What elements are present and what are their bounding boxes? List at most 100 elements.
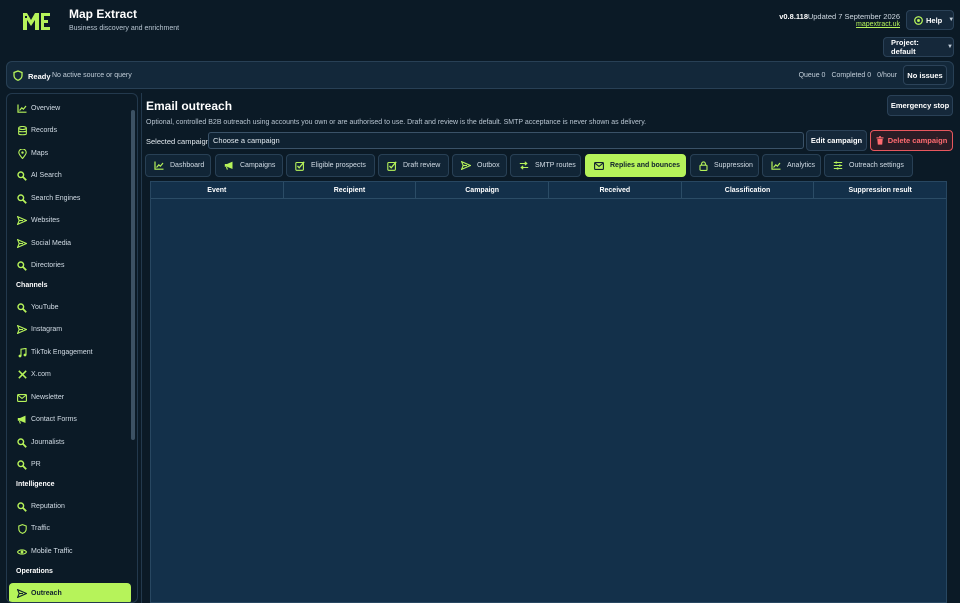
sidebar-item-label: Traffic: [31, 525, 51, 532]
chart-line-icon: [154, 161, 164, 170]
sidebar-heading-operations: Operations: [16, 568, 53, 575]
tab-outbox[interactable]: Outbox: [452, 154, 507, 177]
send-icon: [17, 589, 27, 599]
sidebar-item-label: Outreach: [31, 590, 62, 597]
version-label: v0.8.118: [779, 12, 808, 21]
sidebar-item-label: AI Search: [31, 172, 62, 179]
tab-label: Suppression: [714, 162, 753, 169]
search-icon: [17, 302, 27, 313]
send-icon: [461, 161, 471, 170]
sidebar-item-pr[interactable]: PR: [9, 454, 131, 475]
tab-label: Outreach settings: [849, 162, 904, 169]
completed-count: Completed 0: [831, 72, 872, 79]
sidebar-item-outreach[interactable]: Outreach: [9, 583, 131, 602]
tab-label: SMTP routes: [535, 162, 576, 169]
app-logo: [21, 10, 51, 32]
tab-replies-and-bounces[interactable]: Replies and bounces: [585, 154, 686, 177]
tab-suppression[interactable]: Suppression: [690, 154, 759, 177]
page-title: Email outreach: [146, 99, 233, 113]
column-header[interactable]: Event: [151, 182, 284, 198]
sidebar-item-journalists[interactable]: Journalists: [9, 432, 131, 453]
queue-count: Queue 0: [798, 72, 826, 79]
sidebar-item-newsletter[interactable]: Newsletter: [9, 387, 131, 408]
sidebar-item-mobile-traffic[interactable]: Mobile Traffic: [9, 541, 131, 562]
tab-label: Campaigns: [240, 162, 276, 169]
tab-label: Eligible prospects: [311, 162, 366, 169]
sidebar-item-instagram[interactable]: Instagram: [9, 319, 131, 340]
sidebar-item-search-engines[interactable]: Search Engines: [9, 188, 131, 209]
shield-icon: [17, 523, 27, 534]
sidebar-item-tiktok-engagement[interactable]: TikTok Engagement: [9, 342, 131, 363]
sidebar-item-youtube[interactable]: YouTube: [9, 297, 131, 318]
sidebar-item-directories[interactable]: Directories: [9, 255, 131, 276]
sidebar-heading-intelligence: Intelligence: [16, 481, 55, 488]
tab-dashboard[interactable]: Dashboard: [145, 154, 211, 177]
tab-eligible-prospects[interactable]: Eligible prospects: [286, 154, 375, 177]
emergency-stop-button[interactable]: Emergency stop: [887, 95, 953, 116]
tab-label: Dashboard: [170, 162, 205, 169]
sidebar-item-x-com[interactable]: X.com: [9, 364, 131, 385]
column-header[interactable]: Received: [549, 182, 682, 198]
column-header[interactable]: Classification: [682, 182, 815, 198]
sliders-icon: [833, 161, 843, 170]
sidebar-item-label: Mobile Traffic: [31, 548, 73, 555]
sidebar-item-label: TikTok Engagement: [31, 349, 93, 356]
table-header: Event Recipient Campaign Received Classifica…: [151, 182, 946, 199]
tab-smtp-routes[interactable]: SMTP routes: [510, 154, 581, 177]
tab-label: Analytics: [787, 162, 816, 169]
sidebar-item-social-media[interactable]: Social Media: [9, 233, 131, 254]
megaphone-icon: [17, 415, 27, 425]
sidebar-item-traffic[interactable]: Traffic: [9, 518, 131, 539]
tab-label: Replies and bounces: [610, 162, 681, 169]
trash-icon: [876, 136, 884, 145]
edit-campaign-button[interactable]: Edit campaign: [806, 130, 867, 151]
status-state: Ready: [28, 72, 51, 81]
tab-outreach-settings[interactable]: Outreach settings: [824, 154, 913, 177]
sidebar-item-label: X.com: [31, 371, 51, 378]
column-header[interactable]: Recipient: [284, 182, 417, 198]
sidebar-item-label: Records: [31, 127, 58, 134]
tab-label: Outbox: [477, 162, 500, 169]
sidebar-item-ai-search[interactable]: AI Search: [9, 165, 131, 186]
site-link[interactable]: mapextract.uk: [856, 21, 900, 28]
send-icon: [17, 239, 27, 249]
search-icon: [17, 193, 27, 204]
sidebar-item-overview[interactable]: Overview: [9, 98, 131, 119]
sidebar-item-maps[interactable]: Maps: [9, 143, 131, 164]
sidebar-item-reputation[interactable]: Reputation: [9, 496, 131, 517]
megaphone-icon: [224, 161, 234, 170]
sidebar: Overview Records Maps AI Search Search Engin…: [6, 93, 138, 603]
help-button[interactable]: Help ▼: [906, 10, 954, 30]
status-bar: Ready No active source or query Queue 0 …: [6, 61, 954, 89]
sidebar-item-label: Directories: [31, 262, 65, 269]
sidebar-item-label: Overview: [31, 105, 61, 112]
eye-icon: [17, 547, 27, 557]
mail-icon: [594, 161, 604, 170]
map-pin-icon: [17, 148, 27, 159]
delete-campaign-button[interactable]: Delete campaign: [870, 130, 953, 151]
project-selector[interactable]: Project: default ▼: [883, 37, 954, 57]
tab-campaigns[interactable]: Campaigns: [215, 154, 283, 177]
sidebar-scrollbar[interactable]: [131, 110, 135, 440]
sidebar-item-contact-forms[interactable]: Contact Forms: [9, 409, 131, 430]
column-header[interactable]: Campaign: [416, 182, 550, 198]
database-icon: [17, 125, 27, 136]
sidebar-item-label: Journalists: [31, 439, 65, 446]
issues-button[interactable]: No issues: [903, 65, 947, 85]
sidebar-item-websites[interactable]: Websites: [9, 210, 131, 231]
chart-line-icon: [771, 161, 781, 170]
tab-draft-review[interactable]: Draft review: [378, 154, 449, 177]
sidebar-item-records[interactable]: Records: [9, 120, 131, 141]
chevron-down-icon: ▼: [948, 17, 955, 23]
campaign-select[interactable]: Choose a campaign: [208, 132, 804, 149]
help-icon: [914, 15, 923, 25]
tab-analytics[interactable]: Analytics: [762, 154, 821, 177]
search-icon: [17, 170, 27, 181]
send-icon: [17, 216, 27, 226]
sidebar-item-label: YouTube: [31, 304, 59, 311]
column-header[interactable]: Suppression result: [814, 182, 946, 198]
mail-icon: [17, 393, 27, 403]
search-icon: [17, 459, 27, 470]
app-header: Map Extract Business discovery and enric…: [0, 0, 960, 60]
sidebar-item-label: Social Media: [31, 240, 72, 247]
